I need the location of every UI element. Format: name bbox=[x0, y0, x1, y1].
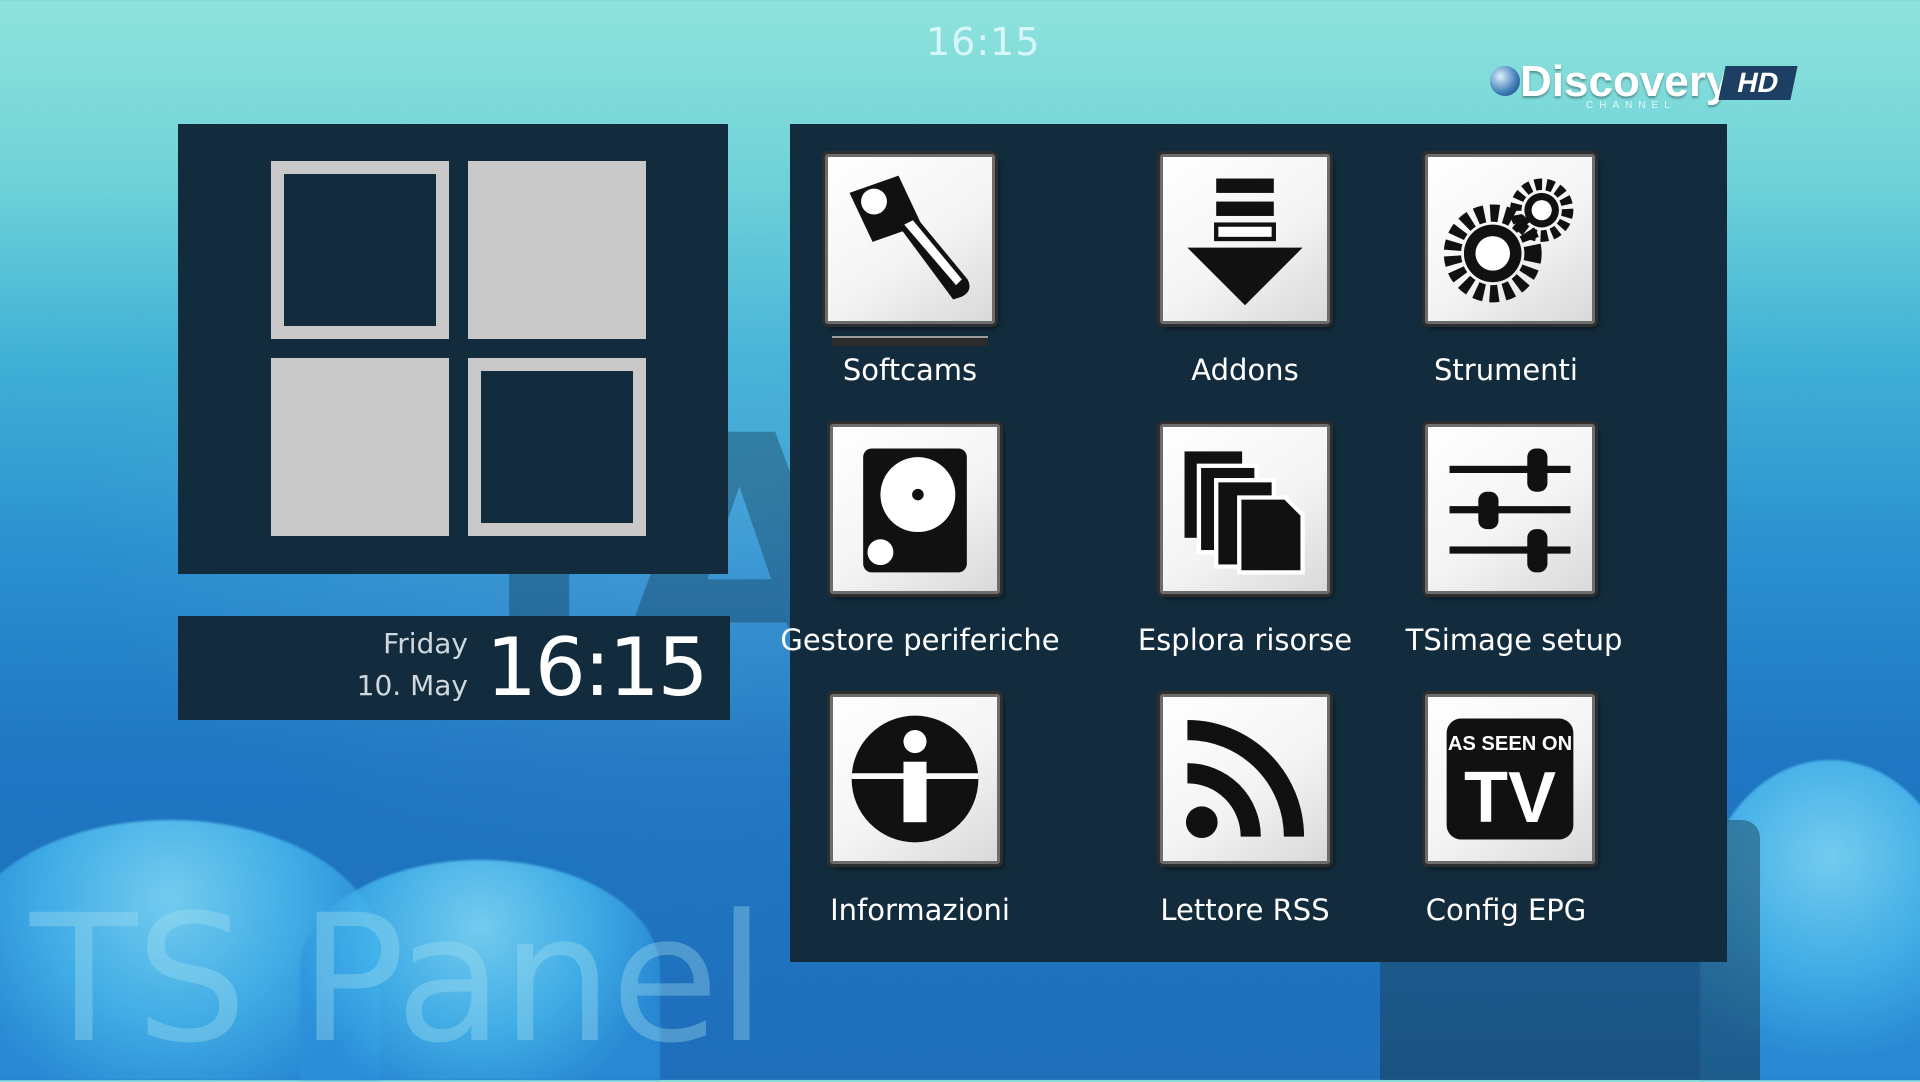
menu-item-strumenti[interactable]: Strumenti bbox=[1425, 124, 1765, 394]
logo-tile-outline bbox=[271, 161, 449, 339]
channel-logo: Discovery HD CHANNEL bbox=[1490, 54, 1810, 114]
menu-item-label: Strumenti bbox=[1434, 353, 1578, 387]
files-icon bbox=[1160, 424, 1330, 594]
top-clock: 16:15 bbox=[926, 20, 1041, 64]
menu-item-config-epg[interactable]: AS SEEN ON TV Config EPG bbox=[1425, 664, 1765, 934]
menu-item-label: TSimage setup bbox=[1405, 623, 1623, 657]
clock-date: 10. May bbox=[356, 669, 468, 702]
menu-item-label: Softcams bbox=[842, 353, 978, 387]
clock-time: 16:15 bbox=[486, 621, 709, 714]
info-icon bbox=[830, 694, 1000, 864]
logo-tile-solid bbox=[468, 161, 646, 339]
menu-item-label: Config EPG bbox=[1425, 893, 1587, 927]
download-icon bbox=[1160, 154, 1330, 324]
selection-indicator bbox=[832, 336, 988, 346]
globe-icon bbox=[1490, 66, 1520, 96]
gears-icon bbox=[1425, 154, 1595, 324]
panel-title: TS Panel bbox=[30, 877, 766, 1082]
menu-item-label: Gestore periferiche bbox=[780, 623, 1060, 657]
sliders-icon bbox=[1425, 424, 1595, 594]
rss-icon bbox=[1160, 694, 1330, 864]
logo-tile-solid bbox=[271, 358, 449, 536]
menu-panel: Softcams Addons Strumenti Gestore perife… bbox=[780, 124, 1727, 962]
hard-drive-icon bbox=[830, 424, 1000, 594]
menu-item-tsimage-setup[interactable]: TSimage setup bbox=[1406, 394, 1765, 664]
clock-widget: Friday 10. May 16:15 bbox=[178, 616, 730, 720]
logo-tile-outline bbox=[468, 358, 646, 536]
key-icon bbox=[825, 154, 995, 324]
logo-panel bbox=[178, 124, 728, 574]
icon-text-small: AS SEEN ON bbox=[1448, 733, 1572, 755]
channel-logo-hd: HD bbox=[1718, 66, 1798, 100]
icon-text-big: TV bbox=[1464, 758, 1556, 838]
clock-day: Friday bbox=[383, 627, 468, 660]
channel-logo-sub: CHANNEL bbox=[1586, 100, 1676, 111]
as-seen-on-tv-icon: AS SEEN ON TV bbox=[1425, 694, 1595, 864]
